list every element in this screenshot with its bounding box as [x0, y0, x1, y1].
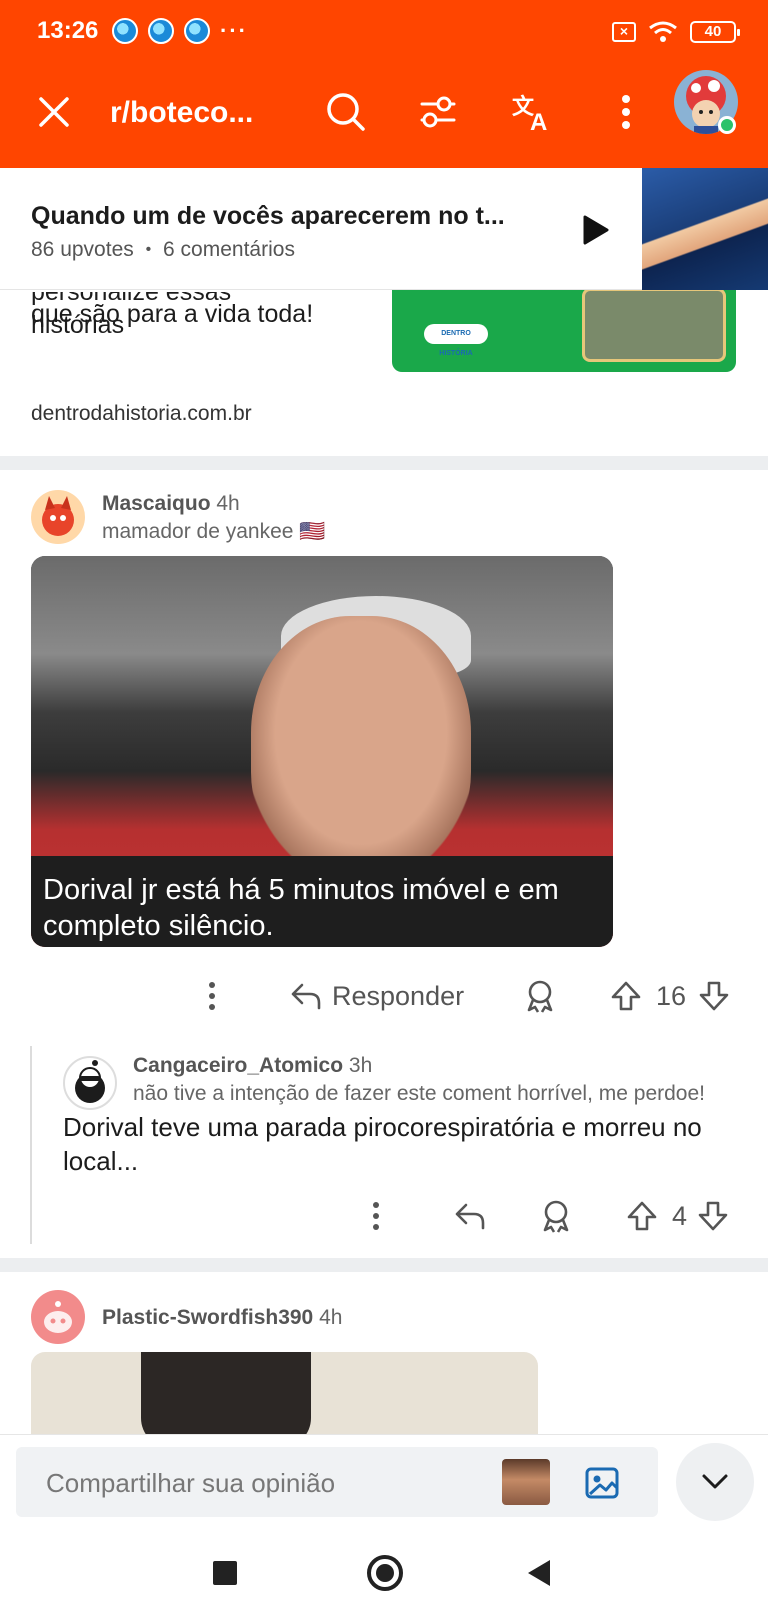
avatar[interactable]	[31, 1290, 85, 1344]
reply-button[interactable]	[454, 1196, 486, 1236]
vote-score: 4	[672, 1200, 688, 1231]
pinned-post-header[interactable]: Quando um de vocês aparecerem no t... 86…	[0, 168, 768, 290]
section-divider	[0, 1258, 768, 1272]
image-upload-icon[interactable]	[584, 1463, 622, 1501]
username[interactable]: Plastic-Swordfish390	[102, 1306, 313, 1329]
avatar[interactable]	[31, 490, 85, 544]
more-vertical-icon[interactable]	[604, 90, 648, 134]
system-icons: × 40	[612, 20, 740, 44]
username[interactable]: Cangaceiro_Atomico	[133, 1054, 343, 1077]
award-button[interactable]	[524, 976, 556, 1016]
gif-button[interactable]	[502, 1459, 550, 1505]
ad-body[interactable]: personalize essas histórias que são para…	[31, 292, 313, 339]
comment-more-button[interactable]	[200, 976, 224, 1016]
more-notifications-icon: ···	[220, 18, 248, 43]
upvote-count: 86 upvotes	[31, 238, 134, 261]
comment-author[interactable]: Cangaceiro_Atomico 3h	[133, 1054, 372, 1078]
browser-notification-icon	[184, 18, 210, 44]
vote-score: 16	[656, 980, 687, 1011]
reply-label: Responder	[332, 980, 465, 1011]
collapse-button[interactable]	[676, 1443, 754, 1521]
svg-text:A: A	[530, 109, 547, 134]
browser-notification-icon	[148, 18, 174, 44]
recent-apps-button[interactable]	[213, 1561, 237, 1585]
post-thumbnail[interactable]	[642, 168, 768, 290]
image-figure-face	[251, 616, 471, 876]
browser-notification-icon	[112, 18, 138, 44]
vote-controls: 4	[626, 1196, 729, 1236]
close-icon[interactable]	[34, 92, 74, 132]
online-status-indicator	[718, 116, 736, 134]
vote-controls: 16	[610, 976, 730, 1016]
reply-icon	[455, 1203, 485, 1230]
battery-icon: 40	[690, 21, 740, 43]
home-button[interactable]	[367, 1555, 403, 1591]
comment-author[interactable]: Plastic-Swordfish390 4h	[102, 1306, 342, 1330]
upvote-icon[interactable]	[610, 980, 642, 1012]
downvote-icon[interactable]	[697, 1200, 729, 1232]
comment-composer: Compartilhar sua opinião	[0, 1434, 768, 1528]
wifi-icon	[649, 21, 677, 42]
comment-image[interactable]: Dorival jr está há 5 minutos imóvel e em…	[31, 556, 613, 947]
user-flair: não tive a intenção de fazer este coment…	[133, 1082, 705, 1105]
search-icon[interactable]	[324, 90, 368, 134]
user-flair: mamador de yankee 🇺🇸	[102, 520, 326, 543]
award-button[interactable]	[540, 1196, 572, 1236]
comment-author[interactable]: Mascaiquo 4h	[102, 492, 240, 516]
chevron-down-icon	[702, 1474, 728, 1489]
upvote-icon[interactable]	[626, 1200, 658, 1232]
ad-domain[interactable]: dentrodahistoria.com.br	[31, 402, 252, 426]
award-icon	[527, 980, 553, 1013]
back-button[interactable]	[528, 1560, 550, 1586]
more-vertical-icon	[373, 1202, 379, 1230]
post-meta: 86 upvotes • 6 comentários	[31, 238, 295, 262]
image-caption: Dorival jr está há 5 minutos imóvel e em…	[31, 856, 613, 947]
reply-icon	[291, 983, 321, 1010]
comment-input[interactable]: Compartilhar sua opinião	[16, 1447, 658, 1517]
comment-input-placeholder: Compartilhar sua opinião	[46, 1468, 336, 1498]
no-sim-icon: ×	[612, 22, 636, 42]
comment-count: 6 comentários	[163, 238, 295, 261]
ad-brand-logo: DENTRO HISTÓRIA	[424, 324, 488, 357]
comment-age: 4h	[319, 1306, 343, 1329]
system-nav-bar	[0, 1528, 768, 1621]
more-vertical-icon	[209, 982, 215, 1010]
comment-age: 4h	[216, 492, 240, 515]
username[interactable]: Mascaiquo	[102, 492, 211, 515]
section-divider	[0, 456, 768, 470]
avatar[interactable]	[63, 1056, 117, 1110]
filter-icon[interactable]	[416, 90, 460, 134]
notification-icons: ···	[112, 18, 248, 44]
play-icon[interactable]	[582, 214, 610, 246]
comment-more-button[interactable]	[364, 1196, 388, 1236]
comment-age: 3h	[348, 1054, 373, 1077]
thread-line[interactable]	[30, 1046, 32, 1244]
subreddit-title[interactable]: r/boteco...	[110, 96, 253, 130]
top-header: 13:26 ··· × 40 r/boteco... 文A	[0, 0, 768, 168]
status-bar: 13:26 ··· × 40	[0, 0, 768, 64]
translate-icon[interactable]: 文A	[510, 90, 554, 134]
post-title[interactable]: Quando um de vocês aparecerem no t...	[31, 202, 505, 231]
app-bar: r/boteco... 文A	[0, 64, 768, 168]
reply-button[interactable]: Responder	[290, 976, 464, 1016]
meta-separator: •	[145, 241, 152, 259]
award-icon	[543, 1200, 569, 1233]
ad-image-screen	[582, 288, 726, 362]
status-time: 13:26	[37, 17, 99, 44]
ad-image[interactable]: DENTRO HISTÓRIA	[392, 280, 736, 372]
comment-body: Dorival teve uma parada pirocorespiratór…	[63, 1112, 702, 1176]
downvote-icon[interactable]	[698, 980, 730, 1012]
